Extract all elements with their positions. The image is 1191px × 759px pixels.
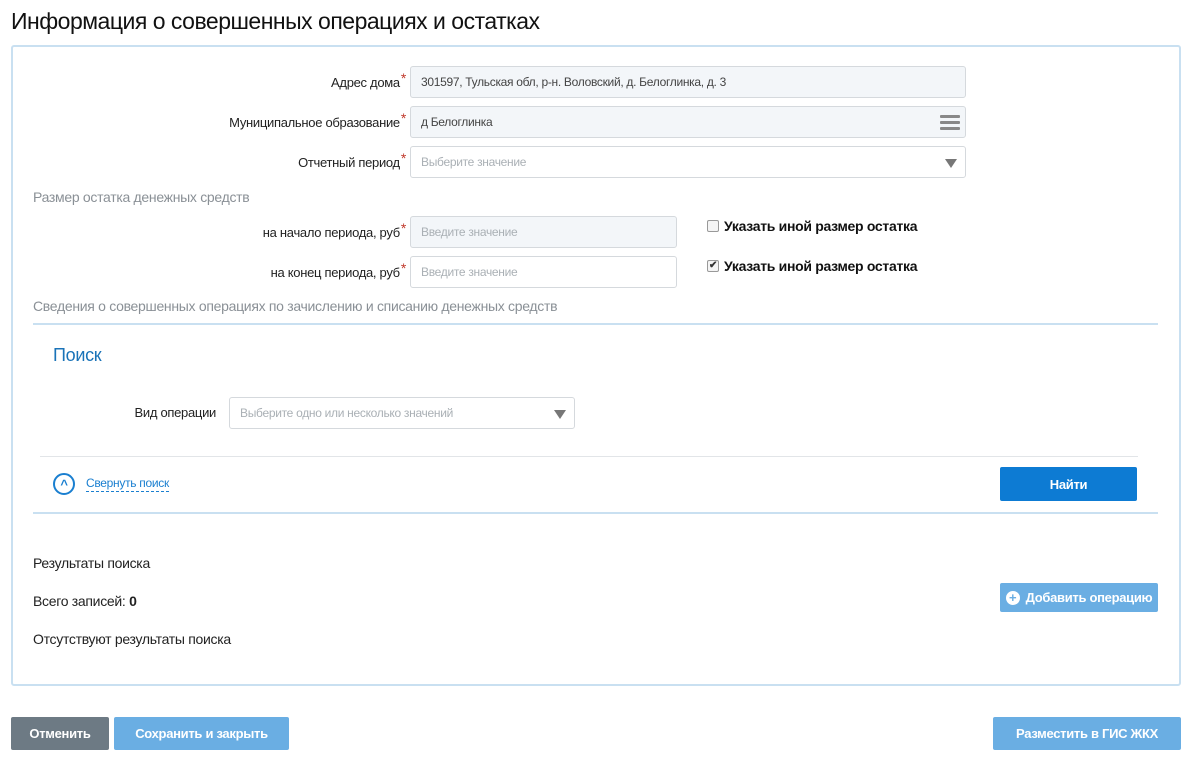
plus-circle-icon: +	[1005, 590, 1020, 605]
divider	[40, 456, 1138, 457]
operations-heading: Сведения о совершенных операциях по зачи…	[33, 298, 558, 314]
empty-results: Отсутствуют результаты поиска	[33, 631, 231, 647]
end-balance-label: на конец периода, руб*	[270, 260, 407, 280]
chevron-down-icon	[554, 410, 566, 419]
total-records: Всего записей: 0	[33, 593, 137, 609]
save-close-button[interactable]: Сохранить и закрыть	[114, 717, 289, 750]
op-type-select[interactable]: Выберите одно или несколько значений	[229, 397, 575, 429]
publish-button[interactable]: Разместить в ГИС ЖКХ	[993, 717, 1181, 750]
add-operation-button[interactable]: + Добавить операцию	[1000, 583, 1158, 612]
divider	[33, 323, 1158, 325]
end-balance-input[interactable]: Введите значение	[410, 256, 677, 288]
start-balance-label: на начало периода, руб*	[262, 220, 407, 240]
op-type-label: Вид операции	[134, 405, 217, 420]
start-balance-checkbox[interactable]: Указать иной размер остатка	[707, 218, 918, 234]
chevron-up-icon[interactable]: ^	[53, 473, 75, 495]
search-title: Поиск	[53, 345, 102, 365]
cancel-button[interactable]: Отменить	[11, 717, 109, 750]
period-label: Отчетный период*	[298, 150, 406, 170]
address-label: Адрес дома*	[331, 70, 406, 90]
checkmark-icon[interactable]: ✔	[707, 260, 719, 272]
chevron-down-icon	[945, 159, 957, 168]
list-icon[interactable]	[940, 115, 960, 133]
end-balance-checkbox[interactable]: ✔ Указать иной размер остатка	[707, 258, 918, 274]
find-button[interactable]: Найти	[1000, 467, 1137, 501]
municipality-label: Муниципальное образование*	[229, 110, 406, 130]
results-heading: Результаты поиска	[33, 555, 150, 571]
balance-heading: Размер остатка денежных средств	[33, 189, 250, 205]
start-balance-input[interactable]: Введите значение	[410, 216, 677, 248]
page-title: Информация о совершенных операциях и ост…	[11, 8, 540, 34]
collapse-search-link[interactable]: Свернуть поиск	[86, 476, 169, 492]
divider	[33, 512, 1158, 514]
municipality-input[interactable]: д Белоглинка	[410, 106, 966, 138]
period-select[interactable]: Выберите значение	[410, 146, 966, 178]
checkbox-icon[interactable]	[707, 220, 719, 232]
address-input[interactable]: 301597, Тульская обл, р-н. Воловский, д.…	[410, 66, 966, 98]
